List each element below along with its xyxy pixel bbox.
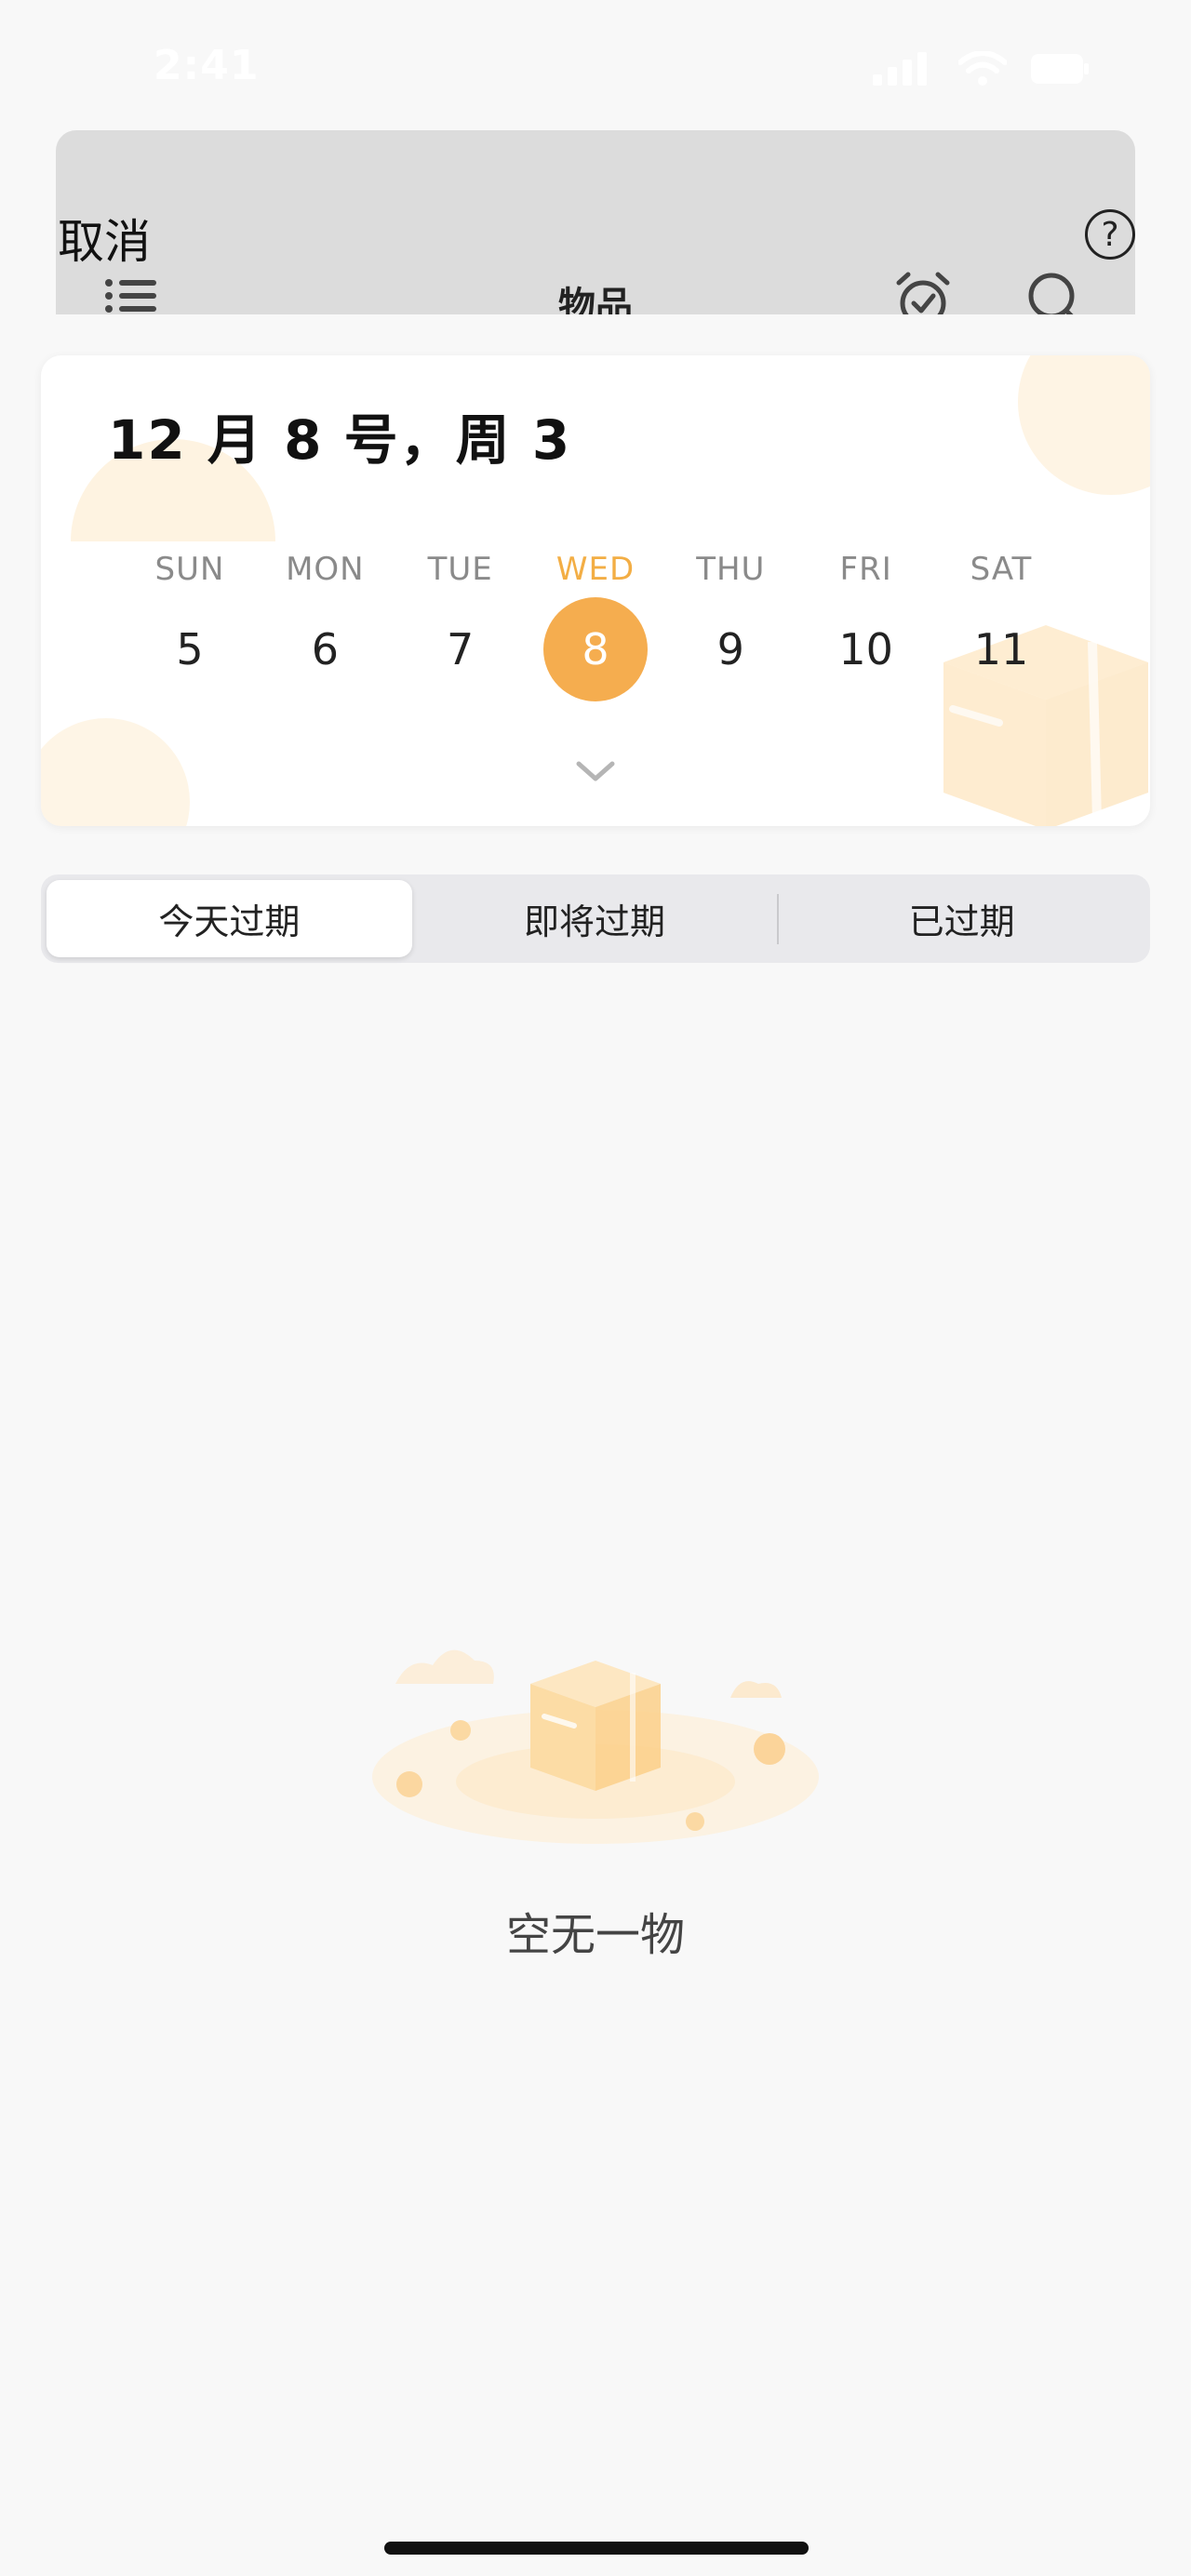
day-name: THU: [696, 551, 766, 588]
day-name: TUE: [427, 551, 493, 588]
expiry-tabs: 今天过期 即将过期 已过期: [41, 874, 1150, 963]
empty-box-illustration: [372, 1649, 819, 1844]
empty-state-text: 空无一物: [505, 1909, 685, 1961]
home-indicator[interactable]: [384, 2542, 809, 2555]
day-name: MON: [286, 551, 365, 588]
tab-expired[interactable]: 已过期: [779, 880, 1144, 957]
status-bar: 2:41: [0, 0, 1191, 130]
help-button[interactable]: ?: [1085, 209, 1135, 260]
nav-bar: 物品: [56, 270, 1135, 314]
day-name: SUN: [154, 551, 225, 588]
calendar-card: 12 月 8 号，周 3 SUN 5 MON 6 TUE 7 WED 8 THU…: [41, 355, 1150, 826]
day-name: WED: [555, 551, 636, 588]
battery-icon: [1031, 54, 1089, 84]
week-row: SUN 5 MON 6 TUE 7 WED 8 THU 9 FRI 10 SAT…: [138, 551, 1053, 701]
day-wed-selected[interactable]: WED 8: [542, 551, 648, 701]
day-thu[interactable]: THU 9: [678, 551, 783, 701]
alarm-check-icon[interactable]: [893, 270, 953, 314]
day-mon[interactable]: MON 6: [273, 551, 377, 701]
decorative-bubble: [1018, 355, 1150, 495]
day-number: 7: [447, 624, 475, 674]
status-time: 2:41: [154, 42, 260, 89]
day-number: 5: [176, 624, 204, 674]
chevron-down-icon[interactable]: [575, 758, 616, 784]
cancel-button[interactable]: 取消: [58, 205, 151, 272]
day-fri[interactable]: FRI 10: [814, 551, 918, 701]
day-number: 11: [973, 624, 1029, 674]
selected-day-number: 8: [542, 597, 648, 701]
day-tue[interactable]: TUE 7: [408, 551, 513, 701]
date-heading: 12 月 8 号，周 3: [108, 408, 572, 472]
wifi-icon: [958, 51, 1007, 86]
day-number: 10: [838, 624, 893, 674]
day-name: FRI: [839, 551, 892, 588]
day-sat[interactable]: SAT 11: [949, 551, 1053, 701]
day-number: 6: [311, 624, 339, 674]
day-name: SAT: [970, 551, 1033, 588]
day-number: 9: [716, 624, 744, 674]
status-icons: [873, 51, 1089, 87]
tab-today-expiring[interactable]: 今天过期: [47, 880, 412, 957]
decorative-bubble: [41, 718, 190, 826]
signal-icon: [873, 52, 927, 86]
search-icon[interactable]: [1025, 270, 1085, 314]
tab-expiring-soon[interactable]: 即将过期: [412, 880, 778, 957]
day-sun[interactable]: SUN 5: [138, 551, 242, 701]
page-title: 物品: [558, 285, 633, 314]
header-sheet: 取消 ? 物品: [56, 130, 1135, 314]
